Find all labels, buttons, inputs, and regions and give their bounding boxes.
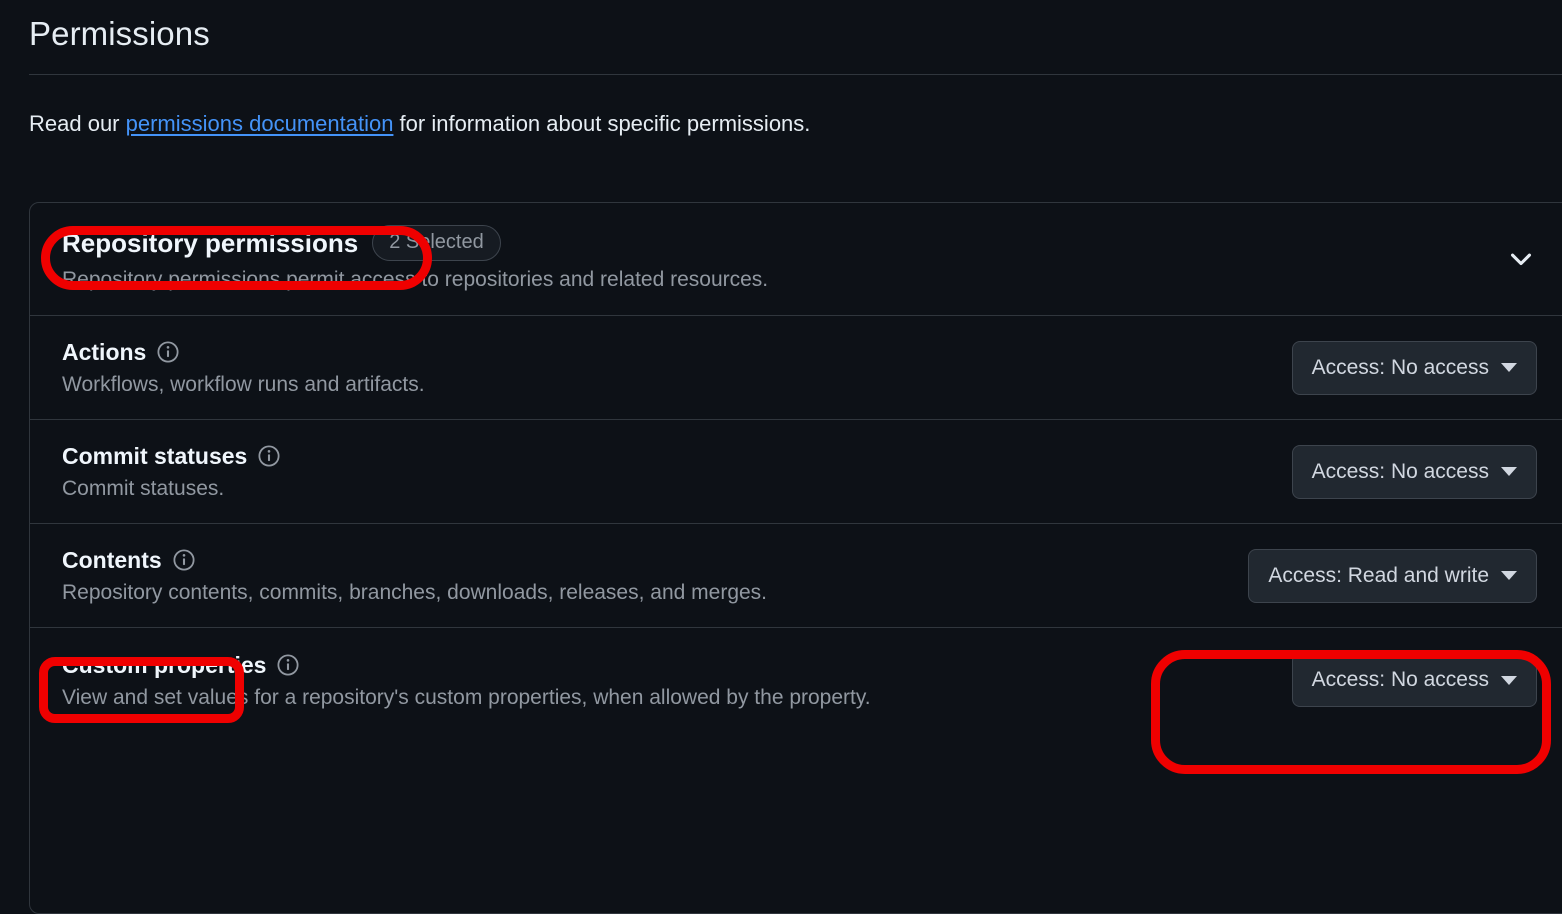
page-title: Permissions	[29, 15, 210, 52]
permission-row-custom-properties: Custom properties View and set values fo…	[30, 628, 1562, 732]
caret-down-icon	[1501, 467, 1517, 476]
section-description: Repository permissions permit access to …	[62, 268, 769, 291]
section-header-repository-permissions[interactable]: Repository permissions 2 Selected Reposi…	[30, 203, 1562, 316]
caret-down-icon	[1501, 363, 1517, 372]
permission-name: Commit statuses	[62, 443, 248, 469]
caret-down-icon	[1501, 571, 1517, 580]
permission-name: Actions	[62, 339, 147, 365]
permission-description: Commit statuses.	[62, 477, 225, 500]
info-icon[interactable]	[157, 341, 179, 363]
intro-suffix: for information about specific permissio…	[393, 111, 811, 136]
permission-name: Contents	[62, 547, 162, 573]
permissions-documentation-link[interactable]: permissions documentation	[126, 111, 394, 136]
access-dropdown-contents[interactable]: Access: Read and write	[1248, 548, 1537, 603]
access-dropdown-label: Access: No access	[1311, 668, 1489, 691]
permission-info: Contents Repository contents, commits, b…	[62, 545, 767, 606]
header-divider	[29, 74, 1562, 75]
permission-name-row: Custom properties	[62, 650, 871, 680]
access-dropdown-label: Access: Read and write	[1268, 563, 1489, 587]
permission-name-row: Actions	[62, 337, 425, 367]
status-badge: 2 Selected	[372, 225, 501, 261]
access-dropdown-label: Access: No access	[1311, 459, 1489, 483]
permission-description: Workflows, workflow runs and artifacts.	[62, 373, 425, 396]
permission-row-contents: Contents Repository contents, commits, b…	[30, 524, 1562, 628]
permission-info: Actions Workflows, workflow runs and art…	[62, 337, 425, 398]
permission-row-commit-statuses: Commit statuses Commit statuses. Access:…	[30, 420, 1562, 524]
permission-description: View and set values for a repository's c…	[62, 685, 871, 709]
permission-name: Custom properties	[62, 651, 267, 678]
info-icon[interactable]	[277, 653, 300, 676]
section-title: Repository permissions	[62, 228, 359, 258]
access-dropdown-custom-properties[interactable]: Access: No access	[1291, 653, 1537, 707]
access-dropdown-commit-statuses[interactable]: Access: No access	[1291, 444, 1537, 499]
chevron-down-icon[interactable]	[1508, 246, 1534, 272]
repository-permissions-panel: Repository permissions 2 Selected Reposi…	[29, 202, 1562, 914]
permission-info: Custom properties View and set values fo…	[62, 650, 871, 711]
caret-down-icon	[1501, 675, 1517, 685]
info-icon[interactable]	[258, 445, 280, 467]
access-dropdown-label: Access: No access	[1311, 355, 1489, 379]
intro-prefix: Read our	[29, 111, 126, 136]
info-icon[interactable]	[173, 549, 195, 571]
permission-description: Repository contents, commits, branches, …	[62, 581, 768, 604]
permission-name-row: Commit statuses	[62, 441, 280, 471]
permission-row-actions: Actions Workflows, workflow runs and art…	[30, 316, 1562, 420]
permission-info: Commit statuses Commit statuses.	[62, 441, 280, 502]
intro-text: Read our permissions documentation for i…	[29, 110, 1562, 138]
page-header: Permissions	[0, 0, 1562, 75]
section-header-row: Repository permissions 2 Selected	[62, 225, 1543, 261]
permission-name-row: Contents	[62, 545, 767, 575]
access-dropdown-actions[interactable]: Access: No access	[1291, 340, 1537, 395]
